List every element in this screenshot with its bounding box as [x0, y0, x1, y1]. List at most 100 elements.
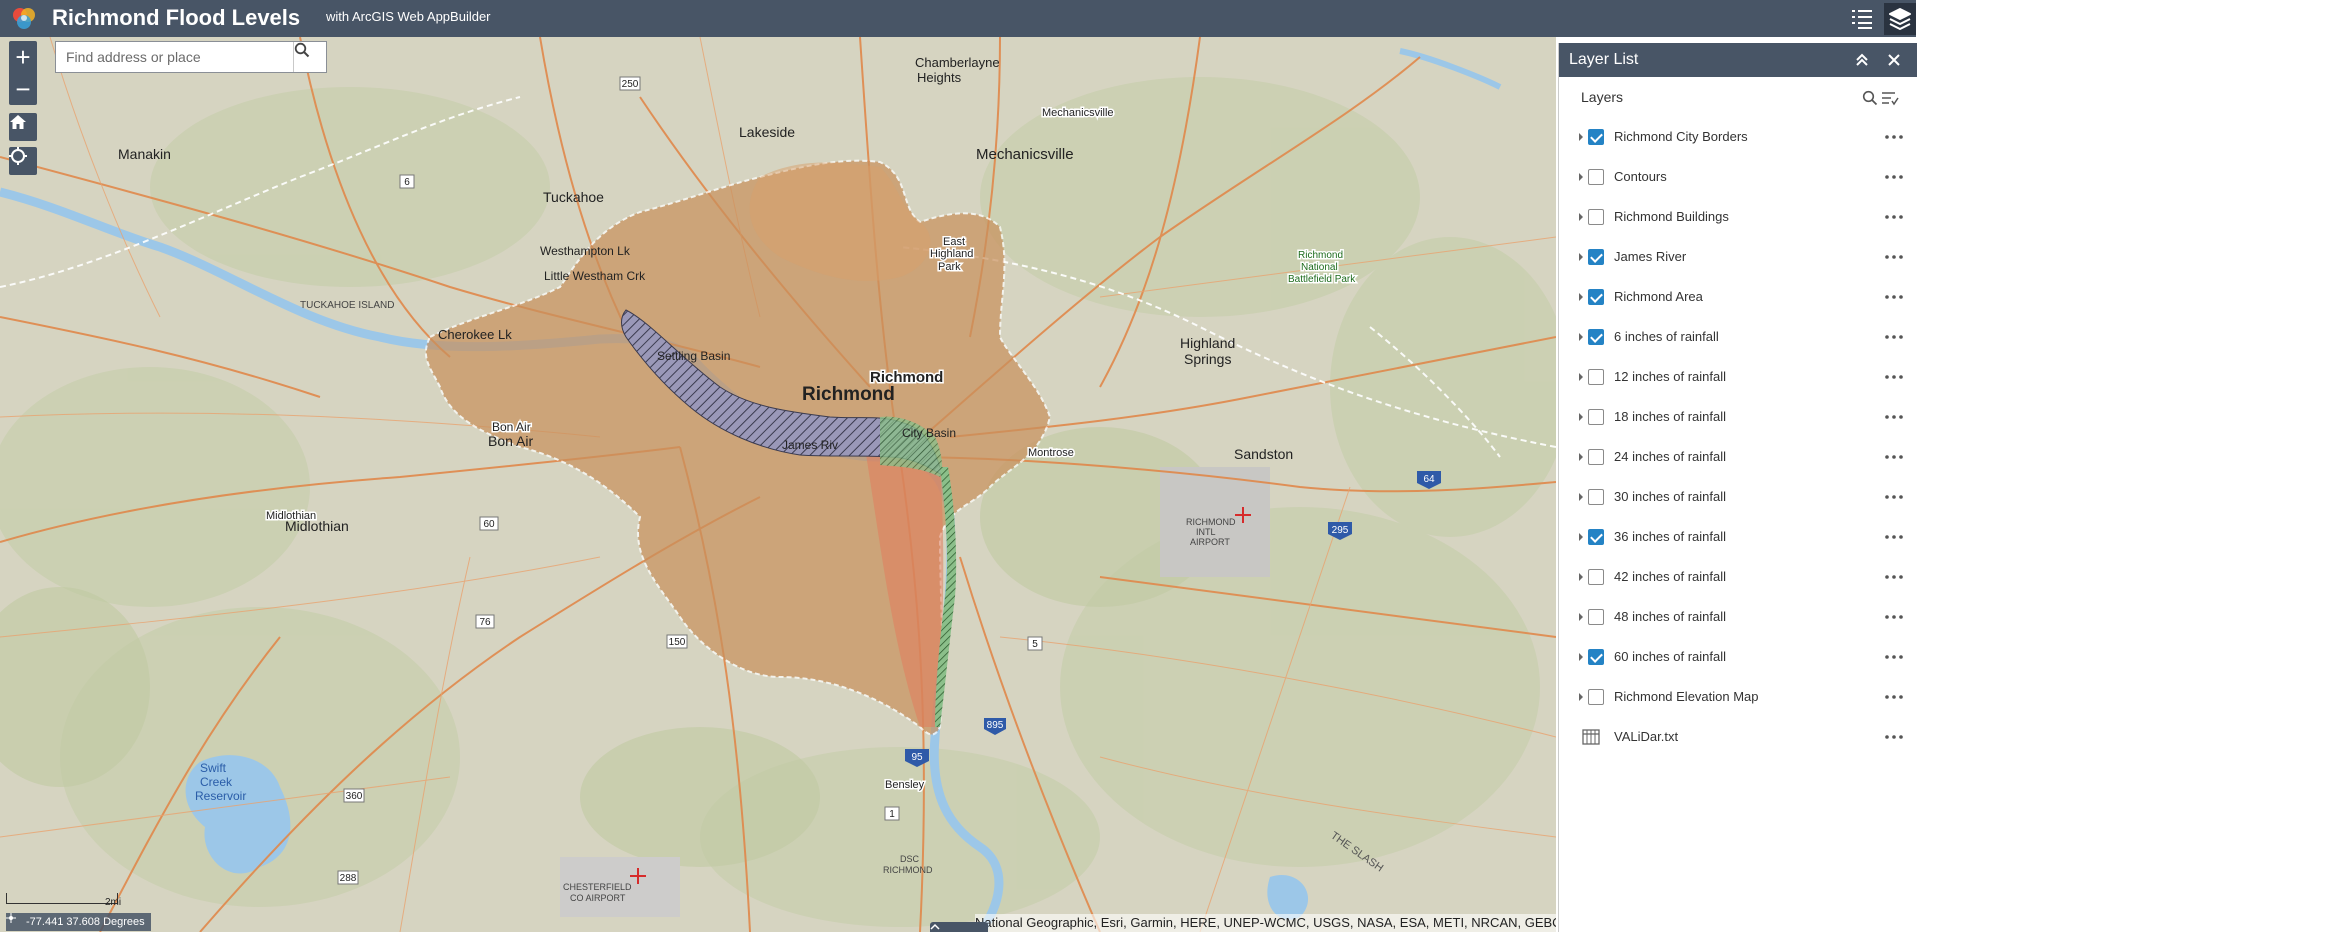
layer-visibility-checkbox[interactable]	[1588, 649, 1604, 665]
expand-layer-icon[interactable]	[1577, 691, 1585, 703]
app-subtitle: with ArcGIS Web AppBuilder	[326, 9, 491, 24]
map-label: Bensley	[885, 779, 925, 791]
more-icon	[1885, 615, 1903, 619]
more-icon	[1885, 175, 1903, 179]
layer-visibility-checkbox[interactable]	[1588, 449, 1604, 465]
svg-text:6: 6	[404, 177, 410, 188]
search-input[interactable]	[56, 42, 294, 72]
search-icon	[1862, 90, 1878, 106]
layer-menu-button[interactable]	[1884, 449, 1904, 465]
expand-layer-icon[interactable]	[1577, 171, 1585, 183]
layer-menu-button[interactable]	[1884, 529, 1904, 545]
app-title: Richmond Flood Levels	[52, 5, 301, 30]
panel-title: Layer List	[1569, 51, 1639, 68]
expand-layer-icon[interactable]	[1577, 451, 1585, 463]
layer-menu-button[interactable]	[1884, 329, 1904, 345]
layer-list-widget-button[interactable]	[1846, 3, 1878, 35]
layer-visibility-checkbox[interactable]	[1588, 609, 1604, 625]
map-label: Cherokee Lk	[438, 327, 512, 342]
expand-layer-icon[interactable]	[1577, 371, 1585, 383]
map-label: James Riv	[782, 438, 838, 452]
layer-row: Contours	[1559, 157, 1917, 197]
layer-options-button[interactable]	[1881, 89, 1899, 107]
layer-visibility-checkbox[interactable]	[1588, 569, 1604, 585]
layer-name: Richmond Area	[1614, 289, 1703, 304]
collapse-panel-button[interactable]	[1854, 52, 1870, 68]
layer-menu-button[interactable]	[1884, 729, 1904, 745]
layer-menu-button[interactable]	[1884, 409, 1904, 425]
map-label: Highland	[930, 248, 973, 260]
expand-layer-icon[interactable]	[1577, 531, 1585, 543]
chevron-up-icon	[930, 923, 940, 930]
expand-layer-icon[interactable]	[1577, 611, 1585, 623]
expand-layer-icon[interactable]	[1577, 491, 1585, 503]
expand-layer-icon[interactable]	[1577, 131, 1585, 143]
layer-row: Richmond Buildings	[1559, 197, 1917, 237]
layer-visibility-checkbox[interactable]	[1588, 249, 1604, 265]
more-icon	[1885, 735, 1903, 739]
expand-layer-icon[interactable]	[1577, 651, 1585, 663]
layer-row: James River	[1559, 237, 1917, 277]
expand-layer-icon[interactable]	[1577, 331, 1585, 343]
layer-visibility-checkbox[interactable]	[1588, 369, 1604, 385]
layer-visibility-checkbox[interactable]	[1588, 169, 1604, 185]
expand-layer-icon[interactable]	[1577, 291, 1585, 303]
layer-name: 6 inches of rainfall	[1614, 329, 1719, 344]
layer-visibility-checkbox[interactable]	[1588, 409, 1604, 425]
layer-menu-button[interactable]	[1884, 649, 1904, 665]
layer-menu-button[interactable]	[1884, 209, 1904, 225]
close-panel-button[interactable]	[1886, 52, 1902, 68]
more-icon	[1885, 215, 1903, 219]
layer-menu-button[interactable]	[1884, 569, 1904, 585]
map-label: Manakin	[118, 146, 171, 162]
layer-visibility-checkbox[interactable]	[1588, 289, 1604, 305]
map-label: East	[943, 236, 965, 248]
expand-layer-icon[interactable]	[1577, 411, 1585, 423]
layer-options-icon	[1882, 92, 1899, 106]
layer-visibility-checkbox[interactable]	[1588, 489, 1604, 505]
layer-menu-button[interactable]	[1884, 369, 1904, 385]
more-icon	[1885, 415, 1903, 419]
layer-visibility-checkbox[interactable]	[1588, 689, 1604, 705]
zoom-in-button[interactable]: +	[9, 41, 37, 73]
layer-row: 60 inches of rainfall	[1559, 637, 1917, 677]
layer-search-button[interactable]	[1861, 89, 1879, 107]
home-button[interactable]	[9, 113, 37, 141]
layer-menu-button[interactable]	[1884, 489, 1904, 505]
table-layer-row: VALiDar.txt	[1559, 717, 1917, 757]
layer-visibility-checkbox[interactable]	[1588, 129, 1604, 145]
expand-layer-icon[interactable]	[1577, 251, 1585, 263]
svg-text:64: 64	[1423, 474, 1435, 485]
layer-row: 42 inches of rainfall	[1559, 557, 1917, 597]
locate-button[interactable]	[9, 147, 37, 175]
map-view[interactable]: 250 6 60 76 150 5 360 288 1 95 895 64 29…	[0, 37, 1556, 932]
layer-visibility-checkbox[interactable]	[1588, 209, 1604, 225]
layer-menu-button[interactable]	[1884, 129, 1904, 145]
locate-icon	[9, 147, 27, 165]
map-label: Midlothian	[285, 518, 349, 534]
basemap: 250 6 60 76 150 5 360 288 1 95 895 64 29…	[0, 37, 1556, 932]
layer-menu-button[interactable]	[1884, 169, 1904, 185]
layer-row: 24 inches of rainfall	[1559, 437, 1917, 477]
layer-row: 18 inches of rainfall	[1559, 397, 1917, 437]
layer-menu-button[interactable]	[1884, 289, 1904, 305]
expand-layer-icon[interactable]	[1577, 571, 1585, 583]
layer-menu-button[interactable]	[1884, 249, 1904, 265]
more-icon	[1885, 255, 1903, 259]
search-button[interactable]	[293, 42, 326, 72]
layer-visibility-checkbox[interactable]	[1588, 529, 1604, 545]
layers-label: Layers	[1581, 89, 1624, 105]
layer-name: 48 inches of rainfall	[1614, 609, 1727, 624]
zoom-out-button[interactable]: −	[9, 73, 37, 105]
basemap-layers-button[interactable]	[1884, 3, 1916, 35]
layer-name: VALiDar.txt	[1614, 729, 1679, 744]
expand-layer-icon[interactable]	[1577, 211, 1585, 223]
layer-menu-button[interactable]	[1884, 609, 1904, 625]
layer-visibility-checkbox[interactable]	[1588, 329, 1604, 345]
layer-menu-button[interactable]	[1884, 689, 1904, 705]
coordinate-toggle-icon[interactable]	[6, 913, 22, 929]
map-label: Highland	[1180, 335, 1235, 351]
more-icon	[1885, 655, 1903, 659]
bottom-panel-toggle[interactable]	[930, 922, 988, 932]
map-label: Chamberlayne	[915, 55, 1000, 70]
